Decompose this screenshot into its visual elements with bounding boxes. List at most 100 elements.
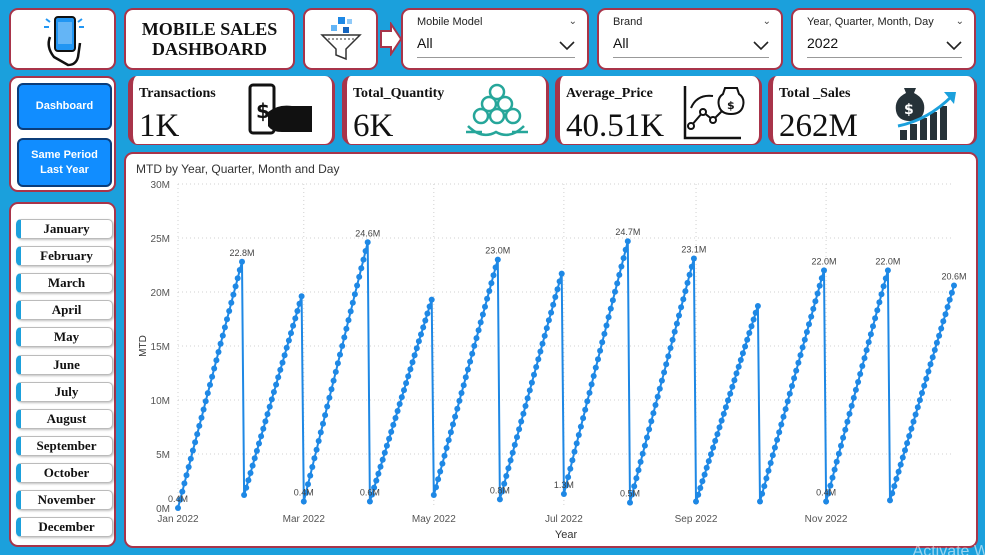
money-growth-icon: $ <box>895 88 956 140</box>
data-point <box>855 379 862 385</box>
same-period-last-year-button[interactable]: Same Period Last Year <box>17 138 112 187</box>
data-point <box>882 275 889 282</box>
month-button-june[interactable]: June <box>16 355 113 375</box>
data-point <box>207 381 213 388</box>
data-point <box>778 421 785 428</box>
month-button-december[interactable]: December <box>16 517 113 537</box>
chevron-down-icon[interactable] <box>946 41 962 51</box>
data-point <box>848 402 855 409</box>
data-point <box>196 422 203 429</box>
slicer-mobile-model[interactable]: Mobile Model All ⌄ <box>401 8 589 70</box>
data-point <box>213 357 220 364</box>
data-point <box>462 374 469 381</box>
slicer-value[interactable]: 2022 <box>807 35 962 51</box>
data-point <box>535 356 542 363</box>
data-point <box>733 370 740 377</box>
data-point <box>189 447 196 454</box>
chevron-down-icon[interactable] <box>559 41 575 51</box>
kpi-card-average-price: Average_Price 40.51K $ <box>555 76 761 144</box>
data-point <box>249 462 256 469</box>
data-point <box>294 308 301 314</box>
data-point <box>718 417 725 424</box>
data-point <box>275 374 282 381</box>
data-point <box>511 441 518 448</box>
filter-card[interactable] <box>303 8 378 70</box>
data-label: 23.1M <box>681 245 706 255</box>
month-button-november[interactable]: November <box>16 490 113 510</box>
data-point <box>701 471 708 478</box>
month-button-february[interactable]: February <box>16 246 113 266</box>
data-point <box>413 345 420 352</box>
data-point <box>484 295 491 302</box>
data-point <box>541 332 548 339</box>
data-point <box>765 467 772 474</box>
data-label: 22.0M <box>875 256 900 266</box>
data-point <box>251 455 258 462</box>
data-point <box>198 414 205 421</box>
mtd-line-chart[interactable]: 0M5M10M15M20M25M30MJan 2022 Mar 2022 May 2… <box>126 154 976 546</box>
data-point <box>526 387 533 394</box>
kpi-card-transactions: Transactions 1K $ <box>128 76 334 144</box>
data-point <box>520 410 527 417</box>
chevron-down-icon[interactable] <box>753 41 769 51</box>
data-point <box>326 394 333 401</box>
month-button-august[interactable]: August <box>16 409 113 429</box>
data-point <box>588 381 595 388</box>
data-point <box>948 289 955 296</box>
data-point <box>388 428 395 435</box>
slicer-date[interactable]: Year, Quarter, Month, Day 2022 ⌄ <box>791 8 976 70</box>
data-point <box>944 304 951 310</box>
data-point <box>473 335 480 342</box>
month-button-may[interactable]: May <box>16 327 113 347</box>
data-point <box>181 480 188 487</box>
slicer-brand[interactable]: Brand All ⌄ <box>597 8 783 70</box>
data-point <box>831 466 838 473</box>
data-point <box>539 340 546 347</box>
data-point <box>545 317 552 324</box>
dashboard-button[interactable]: Dashboard <box>17 83 112 130</box>
svg-text:$: $ <box>727 99 735 112</box>
data-point <box>665 353 672 360</box>
data-point <box>727 390 734 397</box>
mtd-series-line <box>177 240 955 509</box>
data-point <box>771 444 778 451</box>
data-point <box>946 296 953 303</box>
data-point <box>349 299 356 306</box>
month-button-january[interactable]: January <box>16 219 113 239</box>
data-point <box>258 433 265 440</box>
data-point <box>494 256 501 263</box>
month-button-march[interactable]: March <box>16 273 113 293</box>
chevron-down-icon[interactable]: ⌄ <box>569 16 577 27</box>
data-point <box>938 325 945 332</box>
data-point <box>328 386 335 393</box>
data-point <box>366 498 373 505</box>
data-point <box>268 396 275 403</box>
data-label: 0.4M <box>294 488 314 498</box>
data-point <box>801 336 808 343</box>
data-label: 23.0M <box>485 246 510 256</box>
month-button-september[interactable]: September <box>16 436 113 456</box>
slicer-value[interactable]: All <box>613 35 769 51</box>
data-point <box>317 429 324 436</box>
data-point <box>895 468 902 475</box>
data-point <box>590 373 597 379</box>
data-point <box>601 330 608 337</box>
slicer-value[interactable]: All <box>417 35 575 51</box>
month-button-april[interactable]: April <box>16 300 113 320</box>
data-point <box>230 291 237 298</box>
data-point <box>816 282 823 289</box>
data-point <box>940 318 947 325</box>
month-button-october[interactable]: October <box>16 463 113 483</box>
kpi-label: Total_Quantity <box>353 86 445 101</box>
data-label: 24.6M <box>355 228 380 238</box>
data-point <box>488 280 495 287</box>
data-point <box>381 449 388 456</box>
data-point <box>906 433 913 439</box>
month-button-july[interactable]: July <box>16 382 113 402</box>
data-point <box>337 351 343 358</box>
data-point <box>750 316 757 323</box>
data-point <box>552 294 559 300</box>
chevron-down-icon[interactable]: ⌄ <box>763 16 771 27</box>
chevron-down-icon[interactable]: ⌄ <box>956 16 964 27</box>
data-point <box>661 369 668 376</box>
